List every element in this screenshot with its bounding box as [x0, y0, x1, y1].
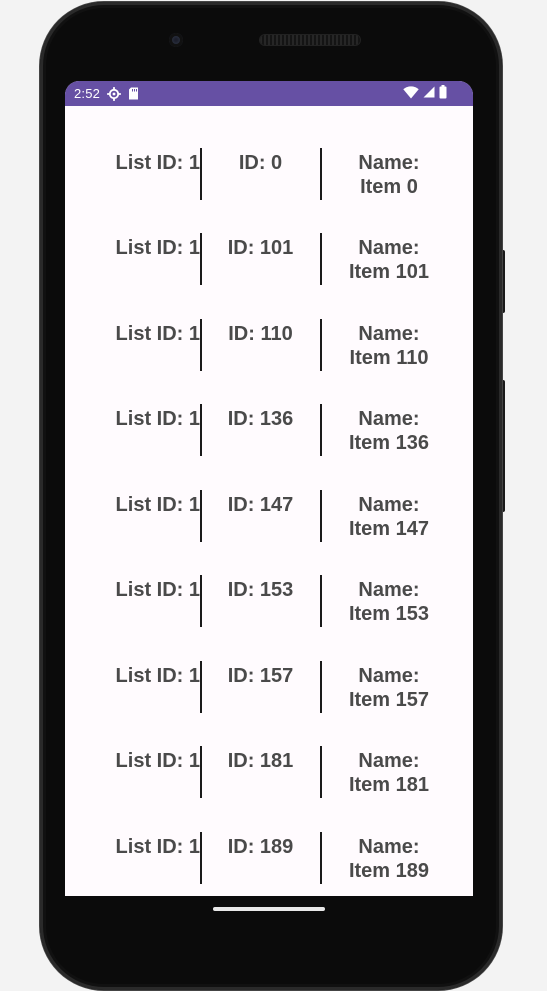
battery-icon: [439, 85, 447, 102]
item-name-text: Name: Item 101: [322, 236, 456, 284]
list-id-text: List ID: 1: [115, 237, 200, 259]
item-id-text: ID: 110: [228, 323, 293, 345]
front-camera: [169, 33, 183, 47]
home-gesture-bar[interactable]: [213, 907, 325, 911]
list-id-text: List ID: 1: [115, 494, 200, 516]
name-label: Name:: [358, 665, 420, 687]
name-value: Item 136: [348, 432, 430, 454]
list-id-text: List ID: 1: [115, 323, 200, 345]
list-item[interactable]: List ID: 1 ID: 181 Name: Item 181: [65, 746, 473, 809]
item-name-text: Name: Item 136: [322, 407, 456, 455]
item-name-text: Name: Item 153: [322, 578, 456, 626]
list-id-text: List ID: 1: [115, 152, 200, 174]
item-name-text: Name: Item 147: [322, 493, 456, 541]
earpiece-speaker: [260, 35, 360, 45]
item-id-text: ID: 153: [227, 579, 294, 601]
item-id-text: ID: 101: [227, 237, 294, 259]
settings-gear-icon: [107, 86, 122, 101]
list-id-text: List ID: 1: [115, 579, 200, 601]
list-item[interactable]: List ID: 1 ID: 147 Name: Item 147: [65, 490, 473, 553]
list-id-text: List ID: 1: [115, 665, 200, 687]
list-id-text: List ID: 1: [115, 836, 200, 858]
list-item[interactable]: List ID: 1 ID: 110 Name: Item 110: [65, 319, 473, 382]
item-id-text: ID: 181: [227, 750, 294, 772]
app-screen: 2:52 List ID: 1 ID: 0 Name: Item 0 List …: [65, 81, 473, 896]
list-item[interactable]: List ID: 1 ID: 189 Name: Item 189: [65, 832, 473, 895]
list-item[interactable]: List ID: 1 ID: 0 Name: Item 0: [65, 148, 473, 211]
item-id-text: ID: 147: [227, 494, 294, 516]
list-item[interactable]: List ID: 1 ID: 153 Name: Item 153: [65, 575, 473, 638]
list-id-text: List ID: 1: [115, 750, 200, 772]
name-label: Name:: [358, 408, 420, 430]
name-label: Name:: [358, 836, 420, 858]
wifi-icon: [403, 85, 419, 102]
sd-card-icon: [128, 87, 139, 100]
device-stage: 2:52 List ID: 1 ID: 0 Name: Item 0 List …: [0, 0, 547, 991]
name-value: Item 0: [360, 176, 418, 198]
name-value: Item 147: [348, 518, 430, 540]
name-label: Name:: [358, 323, 420, 345]
status-bar: 2:52: [65, 81, 473, 106]
list-id-text: List ID: 1: [115, 408, 200, 430]
cell-signal-icon: [423, 86, 435, 101]
item-id-text: ID: 157: [227, 665, 294, 687]
item-name-text: Name: Item 189: [322, 835, 456, 883]
item-id-text: ID: 0: [238, 152, 283, 174]
name-value: Item 153: [348, 603, 430, 625]
name-label: Name:: [358, 237, 420, 259]
list-item[interactable]: List ID: 1 ID: 136 Name: Item 136: [65, 404, 473, 467]
name-label: Name:: [358, 494, 420, 516]
name-label: Name:: [358, 152, 420, 174]
name-value: Item 157: [348, 689, 430, 711]
status-right-icons: [403, 81, 447, 106]
item-id-text: ID: 136: [227, 408, 294, 430]
item-name-text: Name: Item 0: [322, 151, 456, 199]
name-value: Item 189: [348, 860, 430, 882]
name-label: Name:: [358, 579, 420, 601]
status-time: 2:52: [74, 86, 101, 101]
name-value: Item 101: [348, 261, 430, 283]
name-value: Item 181: [348, 774, 430, 796]
item-id-text: ID: 189: [227, 836, 294, 858]
item-name-text: Name: Item 157: [322, 664, 456, 712]
name-value: Item 110: [349, 347, 429, 369]
list-item[interactable]: List ID: 1 ID: 157 Name: Item 157: [65, 661, 473, 724]
item-name-text: Name: Item 110: [322, 322, 456, 370]
name-label: Name:: [358, 750, 420, 772]
list-item[interactable]: List ID: 1 ID: 101 Name: Item 101: [65, 233, 473, 296]
item-name-text: Name: Item 181: [322, 749, 456, 797]
